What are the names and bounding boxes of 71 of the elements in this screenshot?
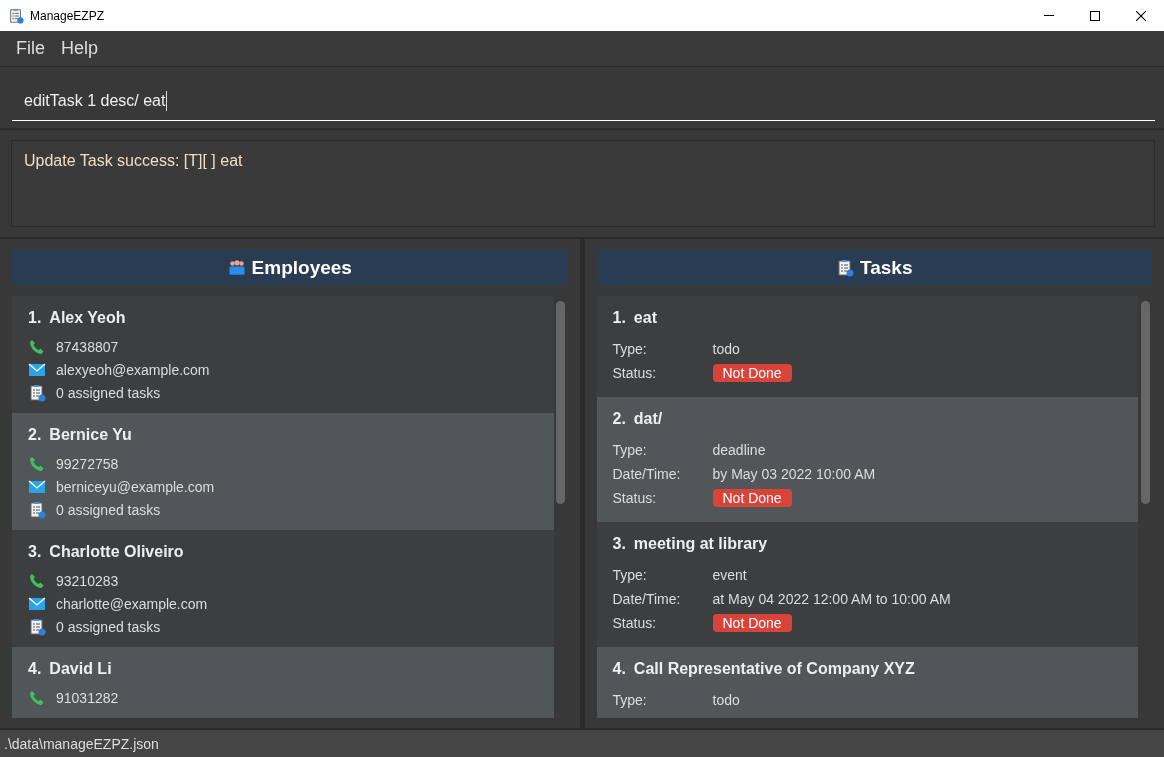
item-title: Call Representative of Company XYZ [633,660,915,678]
status-badge: Not Done [712,614,792,632]
field-value: deadline [712,442,766,458]
field-label: Type: [612,692,648,708]
menu-item[interactable]: File [8,38,53,59]
field-value: todo [712,692,740,708]
menu-item[interactable]: Help [53,38,107,59]
minimize-icon [1044,15,1054,16]
phone-number: 91031282 [56,689,119,706]
field-value: by May 03 2022 10:00 AM [712,466,876,482]
field-label: Type: [612,341,648,357]
field-label: Type: [612,442,648,458]
item-index: 1. [612,309,626,327]
phone-number: 99272758 [56,455,119,472]
field-value: event [712,567,747,583]
task-card[interactable]: 4. Call Representative of Company XYZ Type: todo [596,647,1138,718]
status-badge: Not Done [712,364,792,382]
item-title: dat/ [633,410,663,428]
panel-title: Tasks [860,256,913,279]
item-title: Bernice Yu [49,426,132,444]
field-label: Type: [612,567,648,583]
maximize-icon [1090,10,1100,21]
employee-card[interactable]: 4. David Li 91031282 [12,647,554,718]
item-index: 1. [28,309,42,327]
item-index: 2. [612,410,626,428]
phone-icon [28,454,46,473]
field-label: Date/Time: [612,591,682,607]
clipboard-icon [836,258,854,277]
scrollbar-thumb[interactable] [556,301,565,504]
field-label: Status: [612,365,658,381]
item-title: Alex Yeoh [49,309,126,327]
item-title: meeting at library [633,535,768,553]
field-label: Status: [612,490,658,506]
task-card[interactable]: 2. dat/ Type: deadline Date/Time: by May 03 2022 10:00 AM Status: Not Done [596,397,1138,522]
phone-icon [28,571,46,590]
file-path: .\data\manageEZPZ.json [4,735,159,752]
field-value: todo [712,341,740,357]
item-title: David Li [49,660,112,678]
clipboard-icon [28,617,46,636]
item-title: Charlotte Oliveiro [49,543,184,561]
window-title: ManageEZPZ [30,8,105,23]
email-address: charlotte@example.com [56,595,208,612]
phone-number: 93210283 [56,572,119,589]
people-icon [227,258,246,277]
phone-icon [28,688,46,707]
item-index: 3. [612,535,626,553]
command-field[interactable]: editTask 1 desc/ eat [12,82,1155,121]
panel-title: Employees [251,256,352,279]
scrollbar-thumb[interactable] [1140,301,1150,504]
item-index: 2. [28,426,42,444]
result-message: Update Task success: [T][ ] eat [11,140,1155,227]
email-address: berniceyu@example.com [56,478,215,495]
task-count: 0 assigned tasks [56,501,161,518]
close-icon [1136,10,1146,21]
phone-icon [28,337,46,356]
item-index: 4. [28,660,42,678]
clipboard-icon [28,500,46,519]
field-value: at May 04 2022 12:00 AM to 10:00 AM [712,591,951,607]
field-label: Date/Time: [612,466,682,482]
item-title: eat [633,309,657,327]
field-label: Status: [612,615,658,631]
email-address: alexyeoh@example.com [56,361,210,378]
phone-number: 87438807 [56,338,119,355]
task-count: 0 assigned tasks [56,618,161,635]
clipboard-icon [28,383,46,402]
employee-card[interactable]: 2. Bernice Yu 99272758 berniceyu@example.com 0 assigned tasks [12,413,554,530]
app-icon [8,7,24,24]
item-index: 3. [28,543,42,561]
item-index: 4. [612,660,626,678]
task-count: 0 assigned tasks [56,384,161,401]
status-badge: Not Done [712,489,792,507]
